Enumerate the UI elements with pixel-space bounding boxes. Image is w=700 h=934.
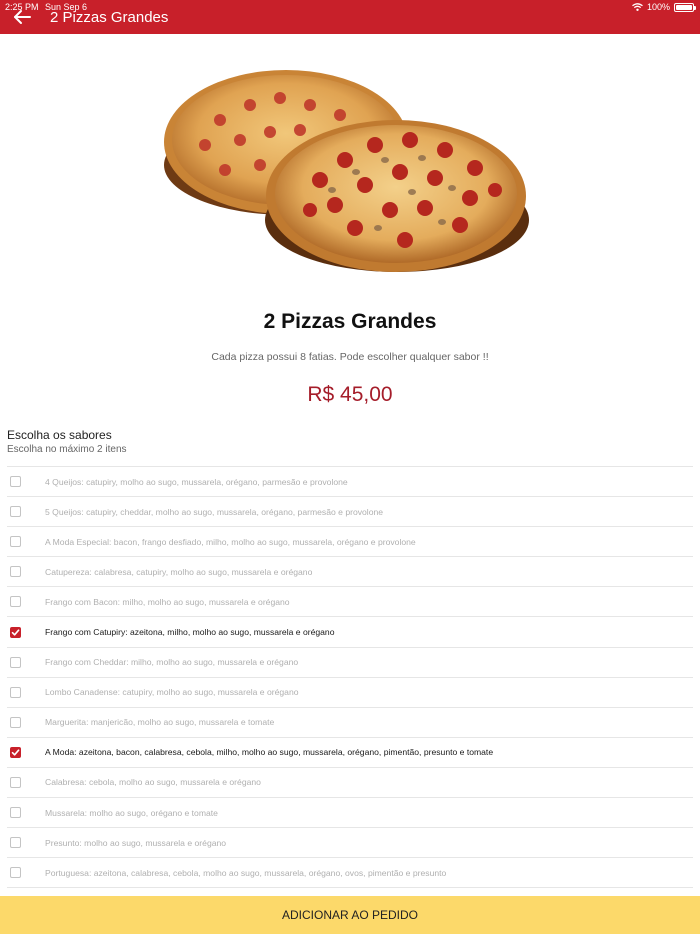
flavor-checkbox[interactable] <box>10 596 21 608</box>
flavor-option-label: Calabresa: cebola, molho ao sugo, mussar… <box>45 777 261 788</box>
flavor-option[interactable]: A Moda Especial: bacon, frango desfiado,… <box>7 527 693 558</box>
flavor-option-label: Presunto: molho ao sugo, mussarela e oré… <box>45 837 227 848</box>
flavor-checkbox[interactable] <box>10 566 21 578</box>
header-title: 2 Pizzas Grandes <box>50 9 169 26</box>
flavor-option[interactable]: Calabresa: cebola, molho ao sugo, mussar… <box>7 768 693 799</box>
flavor-option[interactable]: Catupereza: calabresa, catupiry, molho a… <box>7 557 693 588</box>
flavor-option[interactable]: 5 Queijos: catupiry, cheddar, molho ao s… <box>7 497 693 528</box>
flavor-checkbox[interactable] <box>10 536 21 548</box>
product-image <box>164 70 529 272</box>
wifi-icon <box>632 3 643 11</box>
flavor-option-label: Catupereza: calabresa, catupiry, molho a… <box>45 566 313 577</box>
flavor-checkbox[interactable] <box>10 476 21 488</box>
flavor-option[interactable]: Presunto: molho ao sugo, mussarela e oré… <box>7 828 693 859</box>
flavor-checkbox[interactable] <box>10 686 21 698</box>
checkmark-icon <box>11 749 20 756</box>
back-button[interactable] <box>12 8 32 26</box>
flavor-option-label: Frango com Cheddar: milho, molho ao sugo… <box>45 657 299 668</box>
flavor-option-label: 4 Queijos: catupiry, molho ao sugo, muss… <box>45 476 348 487</box>
add-to-order-button[interactable]: ADICIONAR AO PEDIDO <box>0 896 700 934</box>
product-title: 2 Pizzas Grandes <box>263 310 437 333</box>
flavor-option[interactable]: Marguerita: manjericão, molho ao sugo, m… <box>7 708 693 738</box>
flavor-option-label: Lombo Canadense: catupiry, molho ao sugo… <box>45 687 299 698</box>
flavor-option-label: Marguerita: manjericão, molho ao sugo, m… <box>45 717 275 728</box>
flavor-option[interactable]: Frango com Bacon: milho, molho ao sugo, … <box>7 587 693 618</box>
flavor-checkbox[interactable] <box>10 506 21 518</box>
status-indicators: 100% <box>632 2 696 12</box>
flavor-checkbox[interactable] <box>10 656 21 668</box>
flavor-checkbox[interactable] <box>10 716 21 728</box>
flavor-option-label: Frango com Bacon: milho, molho ao sugo, … <box>45 596 290 607</box>
flavor-checkbox[interactable] <box>10 867 21 879</box>
flavor-checkbox[interactable] <box>10 746 21 758</box>
flavors-section-subtitle: Escolha no máximo 2 itens <box>7 444 127 455</box>
flavor-option-label: Portuguesa: azeitona, calabresa, cebola,… <box>45 867 447 878</box>
flavor-checkbox[interactable] <box>10 626 21 638</box>
flavor-option[interactable]: Frango com Catupiry: azeitona, milho, mo… <box>7 617 693 648</box>
flavor-option[interactable]: Frango com Cheddar: milho, molho ao sugo… <box>7 648 693 678</box>
flavor-option[interactable]: Lombo Canadense: catupiry, molho ao sugo… <box>7 678 693 708</box>
flavor-option[interactable]: 4 Queijos: catupiry, molho ao sugo, muss… <box>7 467 693 498</box>
product-price: R$ 45,00 <box>307 383 393 406</box>
flavor-option[interactable]: Mussarela: molho ao sugo, orégano e toma… <box>7 798 693 829</box>
flavor-checkbox[interactable] <box>10 807 21 819</box>
battery-percent: 100% <box>646 2 670 12</box>
flavor-option-label: A Moda: azeitona, bacon, calabresa, cebo… <box>45 747 494 758</box>
flavor-checkbox[interactable] <box>10 776 21 788</box>
flavor-option-label: 5 Queijos: catupiry, cheddar, molho ao s… <box>45 506 384 517</box>
checkmark-icon <box>11 628 20 636</box>
flavors-section-title: Escolha os sabores <box>7 428 112 442</box>
flavor-option[interactable]: A Moda: azeitona, bacon, calabresa, cebo… <box>7 738 693 768</box>
product-description: Cada pizza possui 8 fatias. Pode escolhe… <box>211 351 489 363</box>
flavor-options-list: 4 Queijos: catupiry, molho ao sugo, muss… <box>7 466 693 889</box>
flavor-option-label: Frango com Catupiry: azeitona, milho, mo… <box>45 627 335 638</box>
battery-icon <box>674 2 696 12</box>
flavor-checkbox[interactable] <box>10 837 21 849</box>
flavor-option-label: Mussarela: molho ao sugo, orégano e toma… <box>45 807 218 818</box>
arrow-left-icon <box>14 10 31 24</box>
flavor-option[interactable]: Portuguesa: azeitona, calabresa, cebola,… <box>7 858 693 889</box>
app-header: 2:25 PM Sun Sep 6 100% 2 Pizzas Grandes <box>0 0 700 34</box>
flavor-option-label: A Moda Especial: bacon, frango desfiado,… <box>45 536 416 547</box>
